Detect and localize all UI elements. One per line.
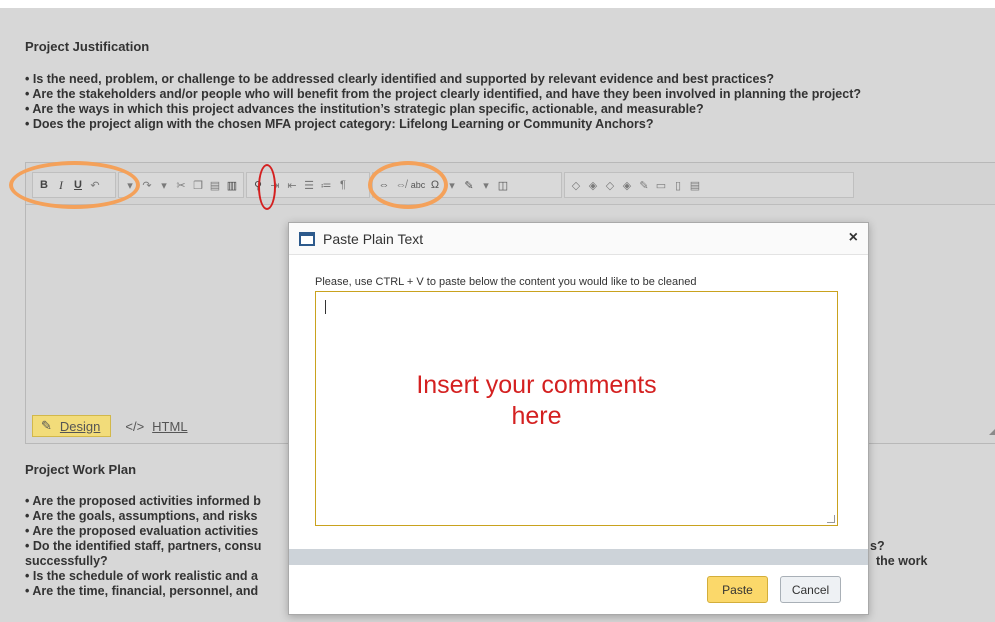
editor-toolbar: B I U ↶ ▾ ↷ ▾ ✂ ❐ ▤ ▥ ⚲ ⇥ ⇤ ☰ ≔ ¶ ⇔ ⇎ ab… [26, 163, 995, 205]
review-group: ◇ ◈ ◇ ◈ ✎ ▭ ▯ ▤ [564, 172, 854, 198]
dialog-title: Paste Plain Text [323, 230, 424, 247]
dialog-status-strip [289, 549, 868, 565]
comment-overlay-note: Insert your comments here [316, 370, 837, 432]
copy-icon[interactable]: ❐ [191, 177, 205, 193]
justification-bullet: • Does the project align with the chosen… [25, 117, 654, 131]
window-icon [299, 231, 315, 246]
pencil-icon: ✎ [41, 418, 52, 433]
edit-comment-icon[interactable]: ✎ [637, 177, 651, 193]
close-icon[interactable]: × [849, 229, 858, 247]
orange-highlight-annotation [9, 161, 140, 209]
work-plan-bullet: • Are the proposed activities informed b [25, 494, 261, 508]
cut-icon[interactable]: ✂ [174, 177, 188, 193]
paste-plain-text-dialog: Paste Plain Text × Please, use CTRL + V … [288, 222, 869, 615]
work-plan-bullet: • Is the schedule of work realistic and … [25, 569, 258, 583]
paste-instruction: Please, use CTRL + V to paste below the … [315, 276, 697, 288]
work-plan-bullet: • Are the goals, assumptions, and risks [25, 509, 258, 523]
comment-icon[interactable]: ▭ [654, 177, 668, 193]
paragraph-icon[interactable]: ¶ [336, 177, 350, 193]
justification-bullet: • Are the stakeholders and/or people who… [25, 87, 862, 101]
design-mode-tab[interactable]: ✎ Design [32, 415, 112, 437]
bullet-list-icon[interactable]: ≔ [319, 177, 333, 193]
paste-icon[interactable]: ▤ [208, 177, 222, 193]
comment-overlay-line: here [511, 402, 562, 430]
redo-dropdown-icon[interactable]: ▾ [157, 177, 171, 193]
outdent-icon[interactable]: ⇤ [285, 177, 299, 193]
editor-resize-handle[interactable] [989, 423, 995, 435]
justification-bullets: • Is the need, problem, or challenge to … [25, 72, 861, 132]
dialog-header: Paste Plain Text × [289, 223, 868, 255]
work-plan-title: Project Work Plan [25, 462, 137, 477]
orange-highlight-annotation [368, 161, 448, 209]
work-plan-bullet: • Are the proposed evaluation activities [25, 524, 259, 538]
comments-list-icon[interactable]: ▤ [688, 177, 702, 193]
track-changes-icon[interactable]: ◇ [569, 177, 583, 193]
work-plan-bullet: • Are the time, financial, personnel, an… [25, 584, 259, 598]
paste-button[interactable]: Paste [707, 576, 768, 603]
justification-title: Project Justification [25, 39, 150, 54]
text-caret [325, 300, 326, 314]
accept-change-icon[interactable]: ◈ [586, 177, 600, 193]
paste-textarea[interactable]: Insert your comments here [315, 291, 838, 526]
html-mode-tab[interactable]: </> HTML [125, 419, 187, 434]
work-plan-bullets: • Are the proposed activities informed b… [25, 494, 261, 599]
comment-overlay-line: Insert your comments [416, 371, 657, 399]
work-plan-bullet: • Do the identified staff, partners, con… [25, 539, 262, 553]
delete-comment-icon[interactable]: ▯ [671, 177, 685, 193]
editor-mode-bar: ✎ Design </> HTML [32, 415, 188, 437]
work-plan-bullet: successfully? [25, 554, 108, 568]
html-mode-label: HTML [152, 418, 188, 434]
html-snippet-icon[interactable]: ◫ [496, 177, 510, 193]
painter-dropdown-icon[interactable]: ▾ [479, 177, 493, 193]
cancel-button[interactable]: Cancel [780, 576, 841, 603]
format-painter-icon[interactable]: ✎ [462, 177, 476, 193]
code-icon: </> [125, 418, 145, 434]
work-plan-bullet-fragment: the work [876, 554, 928, 568]
red-highlight-annotation [258, 164, 276, 210]
design-mode-label: Design [59, 418, 101, 434]
paste-plain-text-icon[interactable]: ▥ [225, 177, 239, 193]
justification-bullet: • Are the ways in which this project adv… [25, 102, 704, 116]
work-plan-bullet-fragment: s? [870, 539, 885, 553]
textarea-resize-grip[interactable] [827, 515, 835, 523]
ordered-list-icon[interactable]: ☰ [302, 177, 316, 193]
redo-icon[interactable]: ↷ [140, 177, 154, 193]
accept-all-icon[interactable]: ◈ [620, 177, 634, 193]
justification-bullet: • Is the need, problem, or challenge to … [25, 72, 775, 86]
reject-change-icon[interactable]: ◇ [603, 177, 617, 193]
